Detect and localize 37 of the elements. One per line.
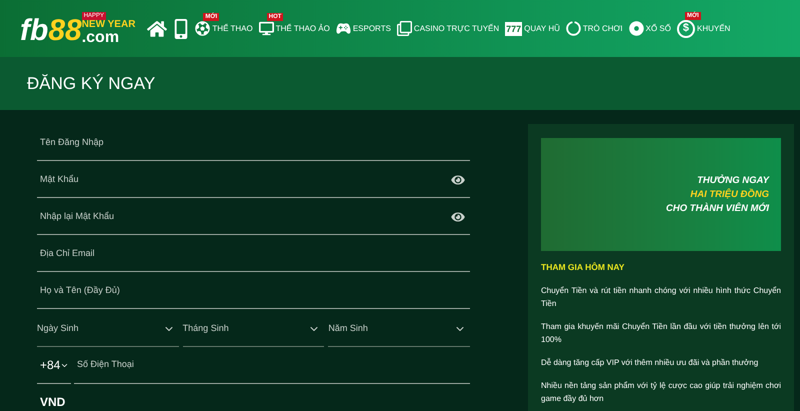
date-select[interactable]: Tháng Sinh: [182, 309, 324, 347]
monitor-icon: [258, 21, 274, 36]
currency-field[interactable]: VND: [37, 384, 470, 411]
gamepad-icon: [336, 21, 351, 36]
nav-link[interactable]: TRÒ CHƠI: [582, 22, 623, 34]
input-field[interactable]: Tên Đăng Nhập: [40, 136, 467, 150]
input-field[interactable]: Mật Khẩu: [40, 173, 451, 187]
page-title: ĐĂNG KÝ NGAY: [27, 72, 156, 95]
nav-link[interactable]: CASINO TRỰC TUYẾN: [414, 22, 500, 34]
nav-link[interactable]: THỂ THAO: [212, 22, 253, 34]
promo-text: Nhiều nền tảng sản phẩm với tỷ lệ cược cao giúp trải nghiệm chơi game đầy đủ hơn: [541, 380, 781, 405]
nav-link[interactable]: THỂ THAO ẢO: [276, 22, 330, 34]
phone-field[interactable]: Số Điện Thoại: [77, 358, 470, 372]
promo-text: Chuyển Tiền và rút tiền nhanh chóng với nhiều hình thức Chuyển Tiền: [541, 284, 781, 310]
banner-text: HAI TRIỆU ĐỒNG: [690, 188, 769, 202]
promo-text: Dễ dàng tăng cấp VIP với thêm nhiều ưu đãi và phần thưởng: [541, 356, 760, 369]
date-select[interactable]: Ngày Sinh: [37, 309, 179, 347]
nav-link[interactable]: XỔ SỐ: [646, 22, 671, 34]
slot-icon: 777: [505, 22, 522, 36]
nav-link[interactable]: ESPORTS: [352, 22, 391, 34]
promo-text: Tham gia khuyến mãi Chuyển Tiền lần đầu với tiền thưởng lên tới 100%: [541, 320, 781, 346]
input-field[interactable]: Họ và Tên (Đầy Đủ): [40, 284, 467, 298]
input-field[interactable]: Địa Chỉ Email: [40, 247, 467, 261]
home-icon[interactable]: [147, 18, 168, 38]
promo-heading: THAM GIA HÔM NAY: [541, 261, 626, 274]
coin-icon: $: [676, 20, 695, 38]
eye-icon[interactable]: [451, 211, 465, 223]
eye-icon[interactable]: [451, 174, 465, 186]
banner-text: THƯỞNG NGAY: [697, 174, 769, 188]
banner-text: CHO THÀNH VIÊN MỚI: [666, 202, 769, 216]
input-field[interactable]: Nhập lại Mật Khẩu: [40, 210, 451, 224]
date-select[interactable]: Năm Sinh: [328, 309, 470, 347]
country-code-select[interactable]: +84: [37, 347, 71, 384]
nav-link[interactable]: KHUYẾN: [696, 22, 730, 34]
phone-icon[interactable]: [173, 18, 190, 38]
nav-link[interactable]: QUAY HŨ: [524, 22, 560, 34]
cards-icon: [396, 21, 412, 36]
